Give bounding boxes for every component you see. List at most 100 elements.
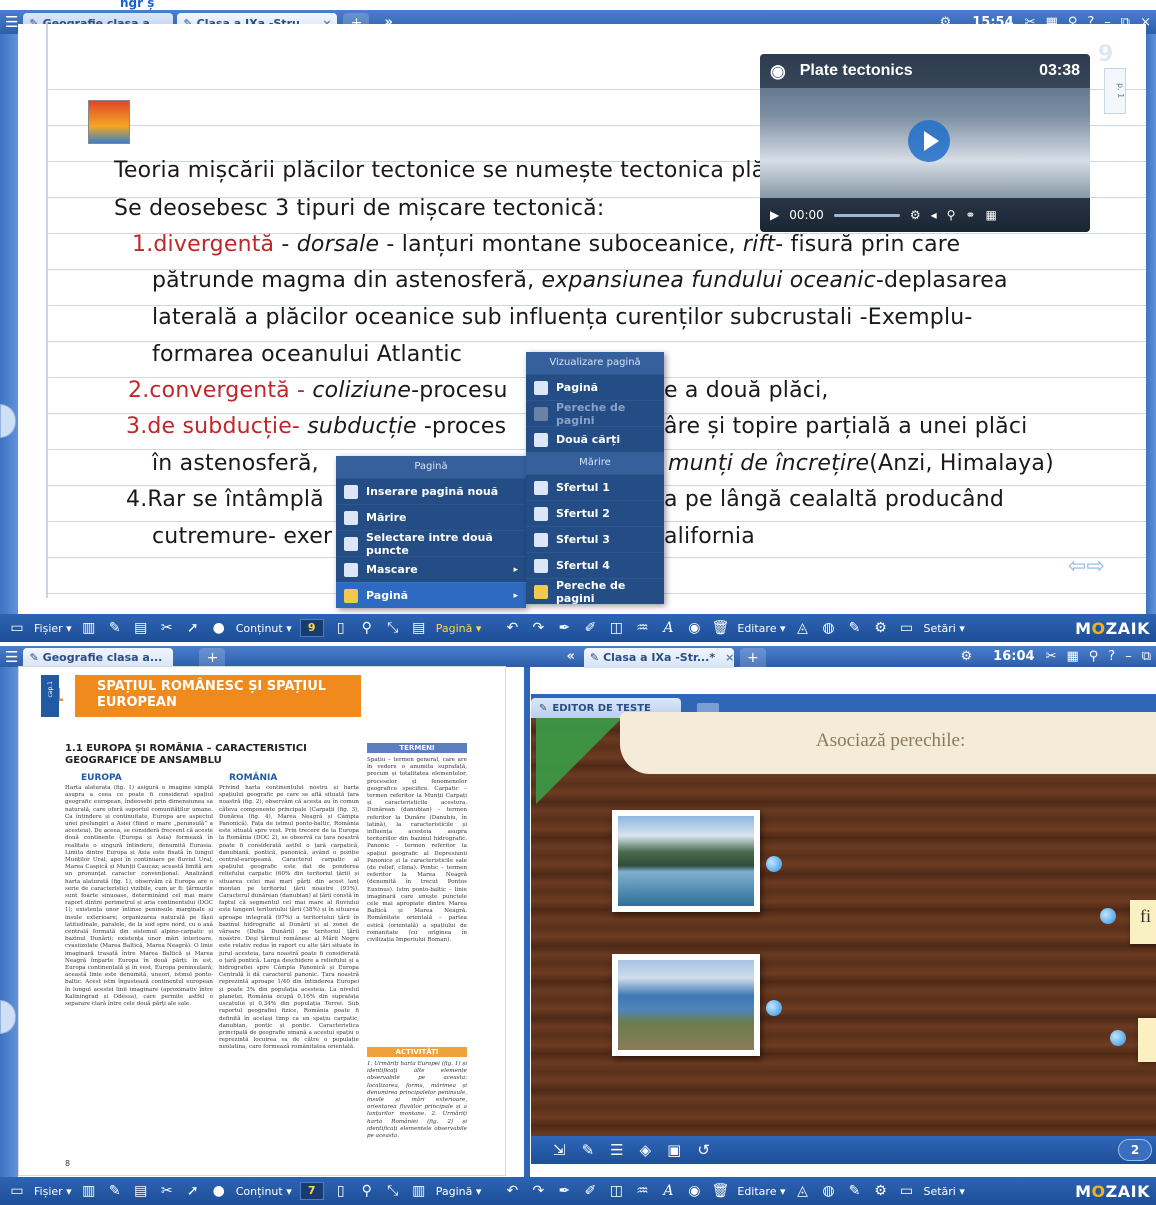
new-tab-button[interactable]: + [199,647,226,668]
page-nav-arrows[interactable]: ⇦⇨ [1068,554,1105,579]
ruler-icon[interactable]: ◬ [793,619,811,637]
menu-item-quarter-1[interactable]: Sfertul 1 [526,474,664,500]
answer-note-2[interactable] [1138,1018,1156,1062]
redo-icon[interactable]: ↷ [529,619,547,637]
brush-icon[interactable]: ✎ [106,1182,124,1200]
settings-menu[interactable]: Setări ▾ [923,1185,964,1198]
text-icon[interactable]: A [659,619,677,637]
pencil-icon[interactable]: ✎ [845,1182,863,1200]
photo-card-fjord[interactable] [612,810,760,912]
stamp-icon[interactable]: ◉ [685,1182,703,1200]
gear-icon[interactable]: ⚙ [871,1182,889,1200]
page-number-box[interactable]: 9 [299,619,324,637]
insert-page-icon[interactable]: ▯ [332,1182,350,1200]
file-menu[interactable]: Fișier ▾ [34,622,72,635]
tools-icon[interactable]: ✂ [158,1182,176,1200]
menu-icon[interactable]: ☰ [0,648,23,666]
gear-icon[interactable]: ⚙ [871,619,889,637]
exit-icon[interactable]: ⇲ [553,1141,566,1159]
pointer-icon[interactable]: ➚ [184,619,202,637]
list-icon[interactable]: ☰ [610,1141,623,1159]
select-icon[interactable]: ⤡ [384,1182,402,1200]
eraser-icon[interactable]: ◫ [607,1182,625,1200]
ruler-icon[interactable]: ◬ [793,1182,811,1200]
idea-icon[interactable]: ● [210,1182,228,1200]
3d-model-icon[interactable] [88,100,130,144]
pointer-icon[interactable]: ➚ [184,1182,202,1200]
menu-item-quarter-3[interactable]: Sfertul 3 [526,526,664,552]
content-menu[interactable]: Conținut ▾ [236,1185,292,1198]
select-icon[interactable]: ⤡ [384,619,402,637]
library-icon[interactable]: ▥ [80,619,98,637]
undo-icon[interactable]: ↶ [503,1182,521,1200]
marker-icon[interactable]: ✐ [581,1182,599,1200]
settings-icon[interactable]: ⚙ [910,208,921,222]
seek-slider[interactable] [833,213,900,217]
display-icon[interactable]: ▭ [897,619,915,637]
pin-icon[interactable]: ✂ [1041,649,1062,664]
tab-right-clasa[interactable]: ✎ Clasa a IXa -Str...* × [583,647,734,668]
undo-icon[interactable]: ↶ [503,619,521,637]
video-player[interactable]: ◉ Plate tectonics 03:38 ▶ 00:00 ⚙ ◂ ⚲ ⚭ … [760,54,1090,232]
menu-item-quarter-2[interactable]: Sfertul 2 [526,500,664,526]
trash-icon[interactable]: 🗑 [711,1182,729,1200]
save-icon[interactable]: ▣ [667,1141,681,1159]
marker-icon[interactable]: ✐ [581,619,599,637]
file-menu[interactable]: Fișier ▾ [34,1185,72,1198]
link-icon[interactable]: ⚭ [965,208,975,222]
settings-gear-icon[interactable]: ⚙ [956,649,978,664]
help-icon[interactable]: ? [1103,649,1120,664]
idea-icon[interactable]: ● [210,619,228,637]
menu-item-page-pair[interactable]: Pereche de pagini [526,400,664,427]
trash-icon[interactable]: 🗑 [711,619,729,637]
settings-menu[interactable]: Setări ▾ [923,622,964,635]
pen-icon[interactable]: ✒ [555,619,573,637]
note-icon[interactable]: ▤ [132,1182,150,1200]
menu-item-zoom[interactable]: Mărire [336,504,526,530]
camera-icon[interactable]: ◍ [819,1182,837,1200]
zoom-icon[interactable]: ⚲ [947,208,956,222]
zoom-icon[interactable]: ⚲ [358,1182,376,1200]
highlighter-icon[interactable]: ♒ [633,1182,651,1200]
edit-menu[interactable]: Editare ▾ [737,622,785,635]
grid-icon[interactable]: ▦ [1061,649,1083,664]
new-tab-button[interactable]: + [739,647,766,668]
menu-item-select-two-points[interactable]: Selectare intre două puncte [336,530,526,557]
two-books-icon[interactable]: ▥ [410,1182,428,1200]
brush-icon[interactable]: ✎ [106,619,124,637]
library-icon[interactable]: ▥ [80,1182,98,1200]
volume-icon[interactable]: ◂ [931,208,937,222]
display-icon[interactable]: ▭ [897,1182,915,1200]
page-icon[interactable]: ▤ [410,619,428,637]
pen-icon[interactable]: ✒ [555,1182,573,1200]
camera-icon[interactable]: ◍ [819,619,837,637]
redo-icon[interactable]: ↷ [529,1182,547,1200]
note-icon[interactable]: ▤ [132,619,150,637]
text-icon[interactable]: A [659,1182,677,1200]
minimize-icon[interactable]: – [1120,649,1137,664]
collapse-icon[interactable]: « [561,649,579,664]
menu-item-two-books[interactable]: Două cărți [526,426,664,452]
play-button[interactable] [908,120,950,162]
page-badge[interactable]: p. 1 [1104,68,1126,114]
highlighter-icon[interactable]: ♒ [633,619,651,637]
menu-item-insert-page[interactable]: Inserare pagină nouă [336,478,526,504]
page-number-box[interactable]: 7 [299,1182,324,1200]
task-pager[interactable]: 2 [1118,1139,1152,1161]
split-divider[interactable] [524,667,530,1177]
answer-note-1[interactable]: fi [1130,900,1156,944]
search-icon[interactable]: ⚲ [1084,649,1104,664]
menu-item-single-page[interactable]: Pagină [526,374,664,400]
stamp-icon[interactable]: ◉ [685,619,703,637]
reset-icon[interactable]: ↺ [697,1141,710,1159]
menu-item-page[interactable]: Pagină ▸ [336,582,526,608]
pencil-icon[interactable]: ✎ [845,619,863,637]
insert-page-icon[interactable]: ▯ [332,619,350,637]
edit-icon[interactable]: ✎ [582,1141,595,1159]
zoom-icon[interactable]: ⚲ [358,619,376,637]
content-menu[interactable]: Conținut ▾ [236,622,292,635]
menu-item-quarter-4[interactable]: Sfertul 4 [526,552,664,578]
gamepad-icon[interactable]: ◈ [640,1141,652,1159]
edit-menu[interactable]: Editare ▾ [737,1185,785,1198]
menu-item-mask[interactable]: Mascare ▸ [336,556,526,582]
